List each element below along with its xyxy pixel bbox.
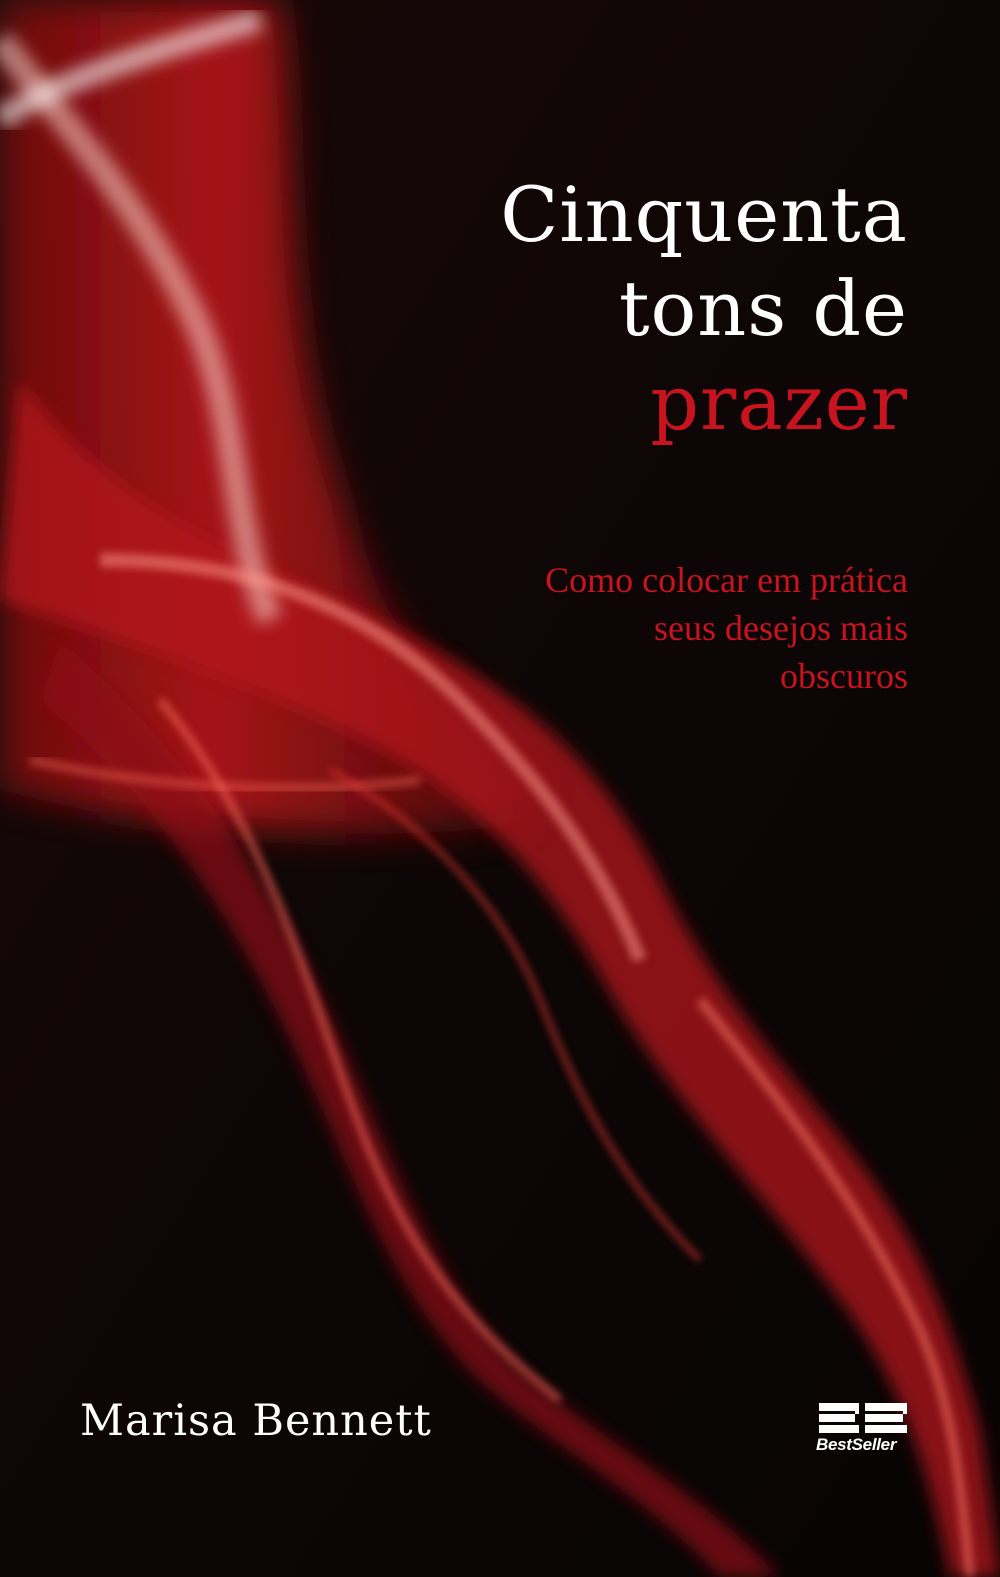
subtitle-line-1: Como colocar em prática (545, 560, 908, 600)
book-cover: Cinquenta tons de prazer Como colocar em… (0, 0, 1000, 1577)
book-title: Cinquenta tons de prazer (348, 168, 908, 450)
title-line-1: Cinquenta (500, 170, 908, 259)
subtitle-line-2: seus desejos mais (654, 608, 908, 648)
bestseller-logo-icon (819, 1403, 907, 1433)
title-line-3: prazer (650, 358, 908, 447)
author-name: Marisa Bennett (80, 1396, 432, 1446)
publisher-logo-text: BestSeller (816, 1435, 897, 1454)
title-line-2: tons de (618, 264, 908, 353)
publisher-logo: BestSeller (816, 1403, 908, 1459)
subtitle-line-3: obscuros (780, 656, 908, 696)
book-subtitle: Como colocar em prática seus desejos mai… (388, 556, 908, 700)
